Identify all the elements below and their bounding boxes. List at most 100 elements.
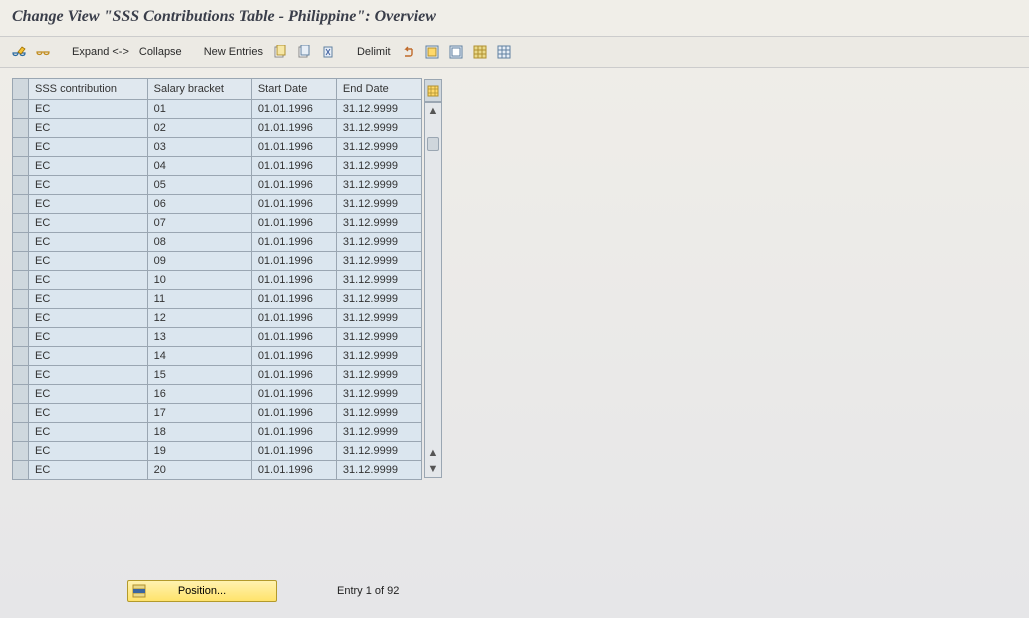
cell-start-date[interactable]: 01.01.1996	[251, 423, 336, 442]
cell-contribution[interactable]: EC	[29, 271, 148, 290]
cell-end-date[interactable]: 31.12.9999	[336, 461, 421, 480]
cell-contribution[interactable]: EC	[29, 461, 148, 480]
cell-salary-bracket[interactable]: 13	[147, 328, 251, 347]
cell-end-date[interactable]: 31.12.9999	[336, 195, 421, 214]
collapse-button[interactable]: Collapse	[137, 46, 184, 58]
cell-salary-bracket[interactable]: 20	[147, 461, 251, 480]
col-salary-bracket[interactable]: Salary bracket	[147, 79, 251, 100]
cell-end-date[interactable]: 31.12.9999	[336, 176, 421, 195]
cell-contribution[interactable]: EC	[29, 119, 148, 138]
scroll-thumb[interactable]	[427, 137, 439, 151]
row-selector[interactable]	[13, 157, 29, 176]
cell-end-date[interactable]: 31.12.9999	[336, 271, 421, 290]
cell-end-date[interactable]: 31.12.9999	[336, 385, 421, 404]
cell-salary-bracket[interactable]: 08	[147, 233, 251, 252]
row-selector[interactable]	[13, 252, 29, 271]
cell-end-date[interactable]: 31.12.9999	[336, 366, 421, 385]
row-selector[interactable]	[13, 233, 29, 252]
cell-contribution[interactable]: EC	[29, 195, 148, 214]
cell-start-date[interactable]: 01.01.1996	[251, 328, 336, 347]
cell-end-date[interactable]: 31.12.9999	[336, 233, 421, 252]
cell-salary-bracket[interactable]: 19	[147, 442, 251, 461]
cell-end-date[interactable]: 31.12.9999	[336, 100, 421, 119]
row-selector[interactable]	[13, 138, 29, 157]
cell-end-date[interactable]: 31.12.9999	[336, 119, 421, 138]
row-selector[interactable]	[13, 442, 29, 461]
cell-contribution[interactable]: EC	[29, 176, 148, 195]
cell-end-date[interactable]: 31.12.9999	[336, 290, 421, 309]
row-selector[interactable]	[13, 404, 29, 423]
glasses-pencil-icon[interactable]	[10, 43, 28, 61]
cell-salary-bracket[interactable]: 07	[147, 214, 251, 233]
cell-end-date[interactable]: 31.12.9999	[336, 252, 421, 271]
cell-start-date[interactable]: 01.01.1996	[251, 461, 336, 480]
col-contribution[interactable]: SSS contribution	[29, 79, 148, 100]
glasses-icon[interactable]	[34, 43, 52, 61]
cell-end-date[interactable]: 31.12.9999	[336, 309, 421, 328]
table-settings-icon[interactable]	[471, 43, 489, 61]
delimit-button[interactable]: Delimit	[355, 46, 393, 58]
cell-start-date[interactable]: 01.01.1996	[251, 195, 336, 214]
cell-contribution[interactable]: EC	[29, 366, 148, 385]
cell-contribution[interactable]: EC	[29, 290, 148, 309]
cell-start-date[interactable]: 01.01.1996	[251, 290, 336, 309]
row-selector[interactable]	[13, 176, 29, 195]
cell-salary-bracket[interactable]: 18	[147, 423, 251, 442]
cell-contribution[interactable]: EC	[29, 385, 148, 404]
cell-start-date[interactable]: 01.01.1996	[251, 233, 336, 252]
cell-start-date[interactable]: 01.01.1996	[251, 442, 336, 461]
cell-contribution[interactable]: EC	[29, 442, 148, 461]
scroll-bottom-icon[interactable]: ▼	[425, 461, 441, 477]
row-selector[interactable]	[13, 195, 29, 214]
row-selector[interactable]	[13, 309, 29, 328]
select-all-cell[interactable]	[13, 79, 29, 100]
expand-button[interactable]: Expand <->	[70, 46, 131, 58]
cell-salary-bracket[interactable]: 05	[147, 176, 251, 195]
row-selector[interactable]	[13, 100, 29, 119]
scroll-track[interactable]	[425, 119, 441, 445]
cell-salary-bracket[interactable]: 06	[147, 195, 251, 214]
cell-start-date[interactable]: 01.01.1996	[251, 119, 336, 138]
copy-as-icon[interactable]	[295, 43, 313, 61]
cell-contribution[interactable]: EC	[29, 138, 148, 157]
row-selector[interactable]	[13, 347, 29, 366]
cell-start-date[interactable]: 01.01.1996	[251, 309, 336, 328]
cell-contribution[interactable]: EC	[29, 328, 148, 347]
cell-contribution[interactable]: EC	[29, 404, 148, 423]
col-end-date[interactable]: End Date	[336, 79, 421, 100]
print-icon[interactable]	[495, 43, 513, 61]
cell-end-date[interactable]: 31.12.9999	[336, 423, 421, 442]
cell-salary-bracket[interactable]: 10	[147, 271, 251, 290]
cell-contribution[interactable]: EC	[29, 233, 148, 252]
cell-contribution[interactable]: EC	[29, 214, 148, 233]
cell-start-date[interactable]: 01.01.1996	[251, 385, 336, 404]
cell-start-date[interactable]: 01.01.1996	[251, 138, 336, 157]
cell-salary-bracket[interactable]: 17	[147, 404, 251, 423]
cell-contribution[interactable]: EC	[29, 309, 148, 328]
cell-salary-bracket[interactable]: 09	[147, 252, 251, 271]
cell-salary-bracket[interactable]: 12	[147, 309, 251, 328]
cell-start-date[interactable]: 01.01.1996	[251, 347, 336, 366]
cell-start-date[interactable]: 01.01.1996	[251, 214, 336, 233]
cell-salary-bracket[interactable]: 04	[147, 157, 251, 176]
cell-salary-bracket[interactable]: 15	[147, 366, 251, 385]
cell-start-date[interactable]: 01.01.1996	[251, 100, 336, 119]
cell-end-date[interactable]: 31.12.9999	[336, 347, 421, 366]
position-button[interactable]: Position...	[127, 580, 277, 602]
cell-end-date[interactable]: 31.12.9999	[336, 442, 421, 461]
cell-start-date[interactable]: 01.01.1996	[251, 271, 336, 290]
cell-start-date[interactable]: 01.01.1996	[251, 157, 336, 176]
delete-icon[interactable]	[319, 43, 337, 61]
cell-salary-bracket[interactable]: 02	[147, 119, 251, 138]
table-config-icon[interactable]	[424, 79, 442, 102]
new-entries-button[interactable]: New Entries	[202, 46, 265, 58]
row-selector[interactable]	[13, 385, 29, 404]
cell-salary-bracket[interactable]: 01	[147, 100, 251, 119]
cell-salary-bracket[interactable]: 14	[147, 347, 251, 366]
copy-icon[interactable]	[271, 43, 289, 61]
cell-start-date[interactable]: 01.01.1996	[251, 404, 336, 423]
cell-start-date[interactable]: 01.01.1996	[251, 252, 336, 271]
row-selector[interactable]	[13, 328, 29, 347]
cell-contribution[interactable]: EC	[29, 100, 148, 119]
cell-end-date[interactable]: 31.12.9999	[336, 157, 421, 176]
